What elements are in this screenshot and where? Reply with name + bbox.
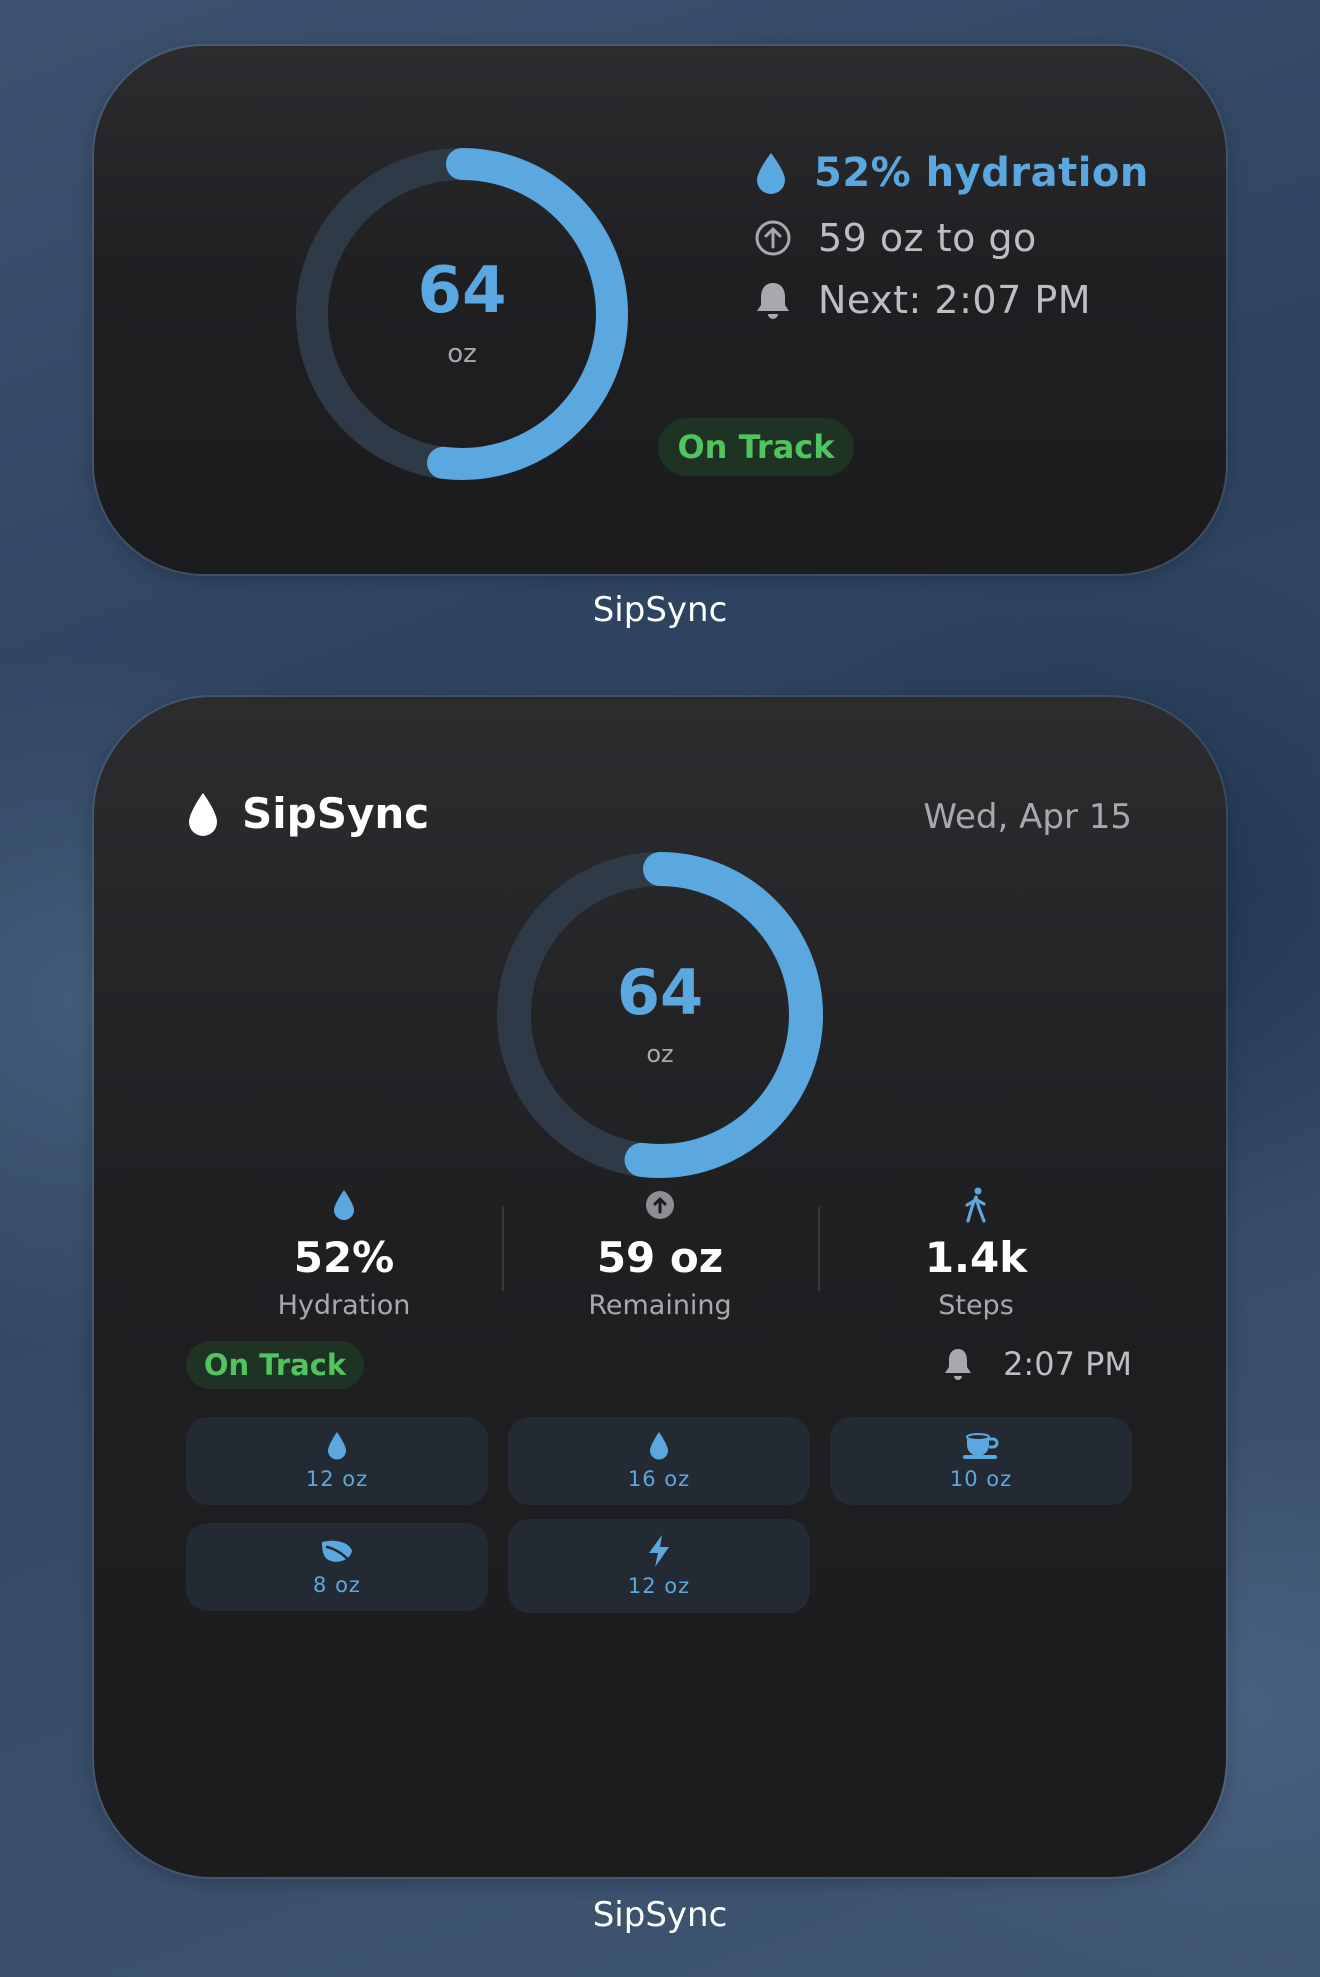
- water-drop-icon: [648, 1431, 670, 1461]
- widget-header: SipSync: [186, 789, 429, 838]
- ring-value: 64: [417, 254, 507, 328]
- quick-add-10oz-coffee-button[interactable]: 10 oz: [830, 1417, 1132, 1505]
- hydration-line: 52% hydration: [754, 150, 1149, 196]
- app-title: SipSync: [242, 789, 430, 838]
- widget-caption: SipSync: [592, 590, 728, 630]
- quick-add-8oz-tea-button[interactable]: 8 oz: [186, 1523, 488, 1611]
- small-hydration-widget[interactable]: 64 oz 52% hydration 59 oz to go Next: 2:…: [94, 46, 1226, 574]
- water-drop-icon: [754, 151, 788, 195]
- water-drop-icon: [326, 1431, 348, 1461]
- water-drop-icon: [186, 791, 220, 837]
- quick-add-12oz-energy-button[interactable]: 12 oz: [508, 1519, 810, 1613]
- coffee-cup-icon: [961, 1431, 1001, 1461]
- reminder-time: 2:07 PM: [1003, 1345, 1132, 1383]
- stat-label: Remaining: [588, 1290, 732, 1321]
- quick-add-12oz-water-button[interactable]: 12 oz: [186, 1417, 488, 1505]
- remaining-text: 59 oz to go: [818, 216, 1037, 260]
- walking-figure-icon: [846, 1187, 1106, 1223]
- arrow-up-circle-icon: [530, 1187, 790, 1223]
- quick-add-label: 12 oz: [627, 1574, 691, 1598]
- quick-add-label: 8 oz: [313, 1573, 361, 1597]
- hydration-text: 52% hydration: [814, 150, 1149, 196]
- progress-ring: 64 oz: [496, 851, 824, 1179]
- lightning-bolt-icon: [646, 1534, 672, 1568]
- reminder: 2:07 PM: [943, 1345, 1132, 1383]
- stat-steps: 1.4k Steps: [846, 1187, 1106, 1321]
- large-hydration-widget[interactable]: SipSync Wed, Apr 15 64 oz 52% Hydration …: [94, 697, 1226, 1877]
- status-badge: On Track: [186, 1341, 364, 1389]
- stat-value: 59 oz: [596, 1233, 724, 1282]
- stat-divider: [502, 1207, 504, 1291]
- status-badge: On Track: [658, 418, 854, 476]
- stat-hydration: 52% Hydration: [214, 1187, 474, 1321]
- stat-divider: [818, 1207, 820, 1291]
- remaining-line: 59 oz to go: [754, 216, 1037, 260]
- stat-value: 52%: [293, 1233, 395, 1282]
- stat-value: 1.4k: [924, 1233, 1028, 1282]
- ring-unit: oz: [646, 1040, 674, 1068]
- quick-add-label: 12 oz: [305, 1467, 369, 1491]
- widget-caption: SipSync: [592, 1895, 728, 1935]
- bell-icon: [754, 280, 792, 320]
- stat-remaining: 59 oz Remaining: [530, 1187, 790, 1321]
- bell-icon: [943, 1347, 973, 1381]
- progress-ring: 64 oz: [294, 146, 630, 482]
- leaf-icon: [319, 1537, 355, 1567]
- quick-add-label: 16 oz: [627, 1467, 691, 1491]
- ring-value: 64: [616, 956, 704, 1029]
- quick-add-label: 10 oz: [949, 1467, 1013, 1491]
- stat-label: Hydration: [277, 1290, 411, 1321]
- arrow-up-circle-icon: [754, 219, 792, 257]
- next-reminder-line: Next: 2:07 PM: [754, 278, 1091, 322]
- ring-unit: oz: [447, 339, 477, 369]
- stat-label: Steps: [938, 1290, 1014, 1321]
- water-drop-icon: [214, 1187, 474, 1223]
- date-label: Wed, Apr 15: [923, 797, 1132, 837]
- next-reminder-text: Next: 2:07 PM: [818, 278, 1092, 322]
- quick-add-16oz-water-button[interactable]: 16 oz: [508, 1417, 810, 1505]
